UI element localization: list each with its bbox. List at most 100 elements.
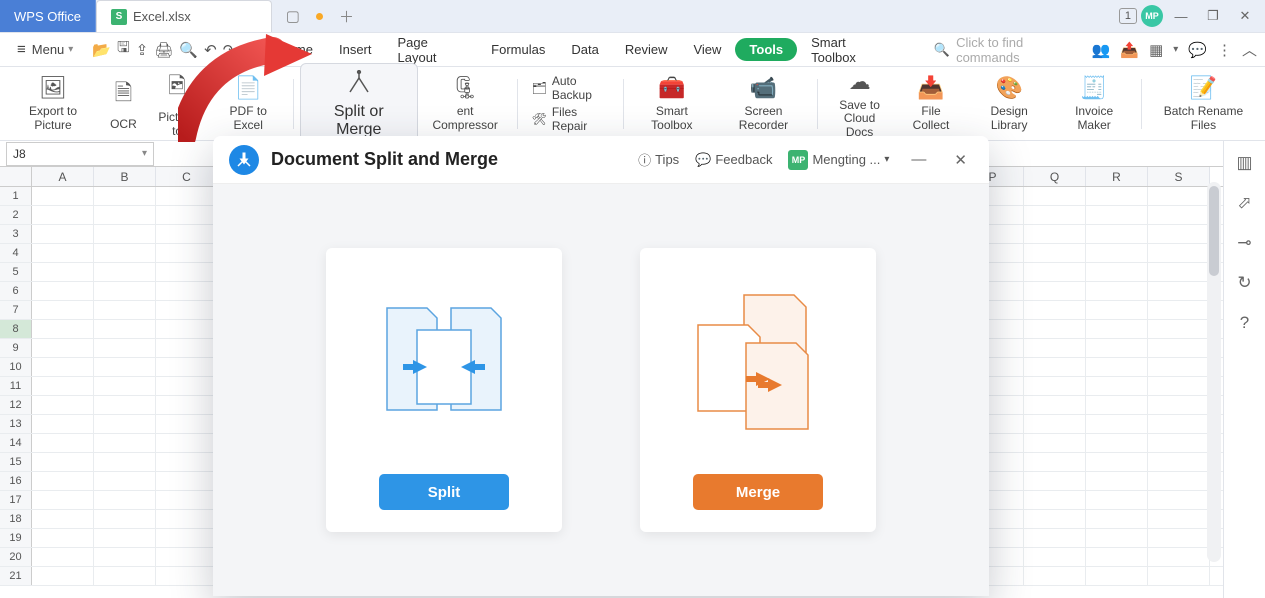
redo-icon[interactable]: ↷ xyxy=(223,41,236,59)
row-header[interactable]: 3 xyxy=(0,225,32,243)
cell[interactable] xyxy=(94,301,156,319)
cell[interactable] xyxy=(94,453,156,471)
cell[interactable] xyxy=(1148,339,1210,357)
cell[interactable] xyxy=(32,301,94,319)
cell[interactable] xyxy=(1148,301,1210,319)
cell[interactable] xyxy=(1148,529,1210,547)
row-header[interactable]: 13 xyxy=(0,415,32,433)
merge-card[interactable]: Merge xyxy=(640,248,876,532)
cell[interactable] xyxy=(1148,510,1210,528)
cell[interactable] xyxy=(94,510,156,528)
settings-icon[interactable]: ⊸ xyxy=(1237,233,1251,253)
cell[interactable] xyxy=(1148,472,1210,490)
cell[interactable] xyxy=(32,510,94,528)
cell[interactable] xyxy=(32,263,94,281)
cell[interactable] xyxy=(156,301,218,319)
cell[interactable] xyxy=(156,377,218,395)
cell[interactable] xyxy=(1086,529,1148,547)
user-menu[interactable]: MP Mengting ... ▾ xyxy=(788,150,889,170)
cell[interactable] xyxy=(156,320,218,338)
cell[interactable] xyxy=(94,282,156,300)
split-button[interactable]: Split xyxy=(379,474,509,510)
maximize-button[interactable]: ❐ xyxy=(1199,5,1227,27)
cell[interactable] xyxy=(1086,434,1148,452)
cell[interactable] xyxy=(94,491,156,509)
cell[interactable] xyxy=(1148,567,1210,585)
cell[interactable] xyxy=(156,206,218,224)
cell[interactable] xyxy=(1086,472,1148,490)
row-header[interactable]: 16 xyxy=(0,472,32,490)
cell[interactable] xyxy=(1148,320,1210,338)
cell[interactable] xyxy=(156,263,218,281)
cell[interactable] xyxy=(1086,453,1148,471)
cell[interactable] xyxy=(1148,396,1210,414)
cell[interactable] xyxy=(156,548,218,566)
row-header[interactable]: 14 xyxy=(0,434,32,452)
cell[interactable] xyxy=(1148,263,1210,281)
vertical-scrollbar[interactable] xyxy=(1207,182,1221,562)
auto-backup[interactable]: 🗂Auto Backup xyxy=(532,74,610,102)
cell[interactable] xyxy=(1086,377,1148,395)
cell[interactable] xyxy=(32,320,94,338)
cell[interactable] xyxy=(156,510,218,528)
cell[interactable] xyxy=(1086,282,1148,300)
cell[interactable] xyxy=(1086,415,1148,433)
cell[interactable] xyxy=(1086,567,1148,585)
cell[interactable] xyxy=(1024,529,1086,547)
tab-tools[interactable]: Tools xyxy=(735,38,797,61)
document-compressor[interactable]: 🗜 ent Compressor xyxy=(420,71,511,136)
dialog-minimize[interactable]: — xyxy=(905,151,932,168)
cell[interactable] xyxy=(32,472,94,490)
row-header[interactable]: 10 xyxy=(0,358,32,376)
tab-home[interactable]: Home xyxy=(266,37,325,62)
cell[interactable] xyxy=(1024,339,1086,357)
cell[interactable] xyxy=(1148,187,1210,205)
cell[interactable] xyxy=(32,377,94,395)
column-header[interactable]: R xyxy=(1086,167,1148,186)
dialog-close[interactable]: ✕ xyxy=(948,151,973,169)
split-card[interactable]: Split xyxy=(326,248,562,532)
cell[interactable] xyxy=(1024,225,1086,243)
cell[interactable] xyxy=(156,358,218,376)
cell[interactable] xyxy=(1024,206,1086,224)
open-icon[interactable]: 📂 xyxy=(92,41,111,59)
row-header[interactable]: 7 xyxy=(0,301,32,319)
cell[interactable] xyxy=(94,548,156,566)
export-icon[interactable]: ⇪ xyxy=(136,41,149,59)
screen-recorder[interactable]: 📹 Screen Recorder xyxy=(716,71,812,136)
kebab-icon[interactable]: ⋮ xyxy=(1217,41,1232,59)
cell[interactable] xyxy=(32,529,94,547)
cell[interactable] xyxy=(1024,434,1086,452)
cell[interactable] xyxy=(32,244,94,262)
cell[interactable] xyxy=(94,225,156,243)
pdf-to-excel[interactable]: 📄 PDF to Excel xyxy=(209,71,287,136)
cell[interactable] xyxy=(32,282,94,300)
menu-button[interactable]: ≡ Menu ▾ xyxy=(8,36,82,63)
row-header[interactable]: 17 xyxy=(0,491,32,509)
undo-icon[interactable]: ↶ xyxy=(204,41,217,59)
cell[interactable] xyxy=(32,225,94,243)
cell[interactable] xyxy=(1086,491,1148,509)
row-header[interactable]: 2 xyxy=(0,206,32,224)
cell[interactable] xyxy=(1024,396,1086,414)
cell[interactable] xyxy=(94,244,156,262)
cell[interactable] xyxy=(1086,396,1148,414)
cell[interactable] xyxy=(1024,472,1086,490)
upload-icon[interactable]: 📤 xyxy=(1120,41,1139,59)
dropdown-icon[interactable]: ▾ xyxy=(241,44,246,55)
row-header[interactable]: 20 xyxy=(0,548,32,566)
name-box[interactable]: J8 ▾ xyxy=(6,142,154,166)
presentation-icon[interactable]: ▢ xyxy=(286,7,300,25)
column-header[interactable]: Q xyxy=(1024,167,1086,186)
cell[interactable] xyxy=(1024,415,1086,433)
cell[interactable] xyxy=(156,529,218,547)
share-icon[interactable]: 👥 xyxy=(1092,41,1111,59)
collapse-ribbon-icon[interactable]: ︿ xyxy=(1242,39,1257,60)
feedback-link[interactable]: 💬Feedback xyxy=(695,152,772,168)
row-header[interactable]: 9 xyxy=(0,339,32,357)
cell[interactable] xyxy=(156,472,218,490)
row-header[interactable]: 18 xyxy=(0,510,32,528)
cell[interactable] xyxy=(1024,491,1086,509)
column-header[interactable]: S xyxy=(1148,167,1210,186)
cell[interactable] xyxy=(1024,358,1086,376)
